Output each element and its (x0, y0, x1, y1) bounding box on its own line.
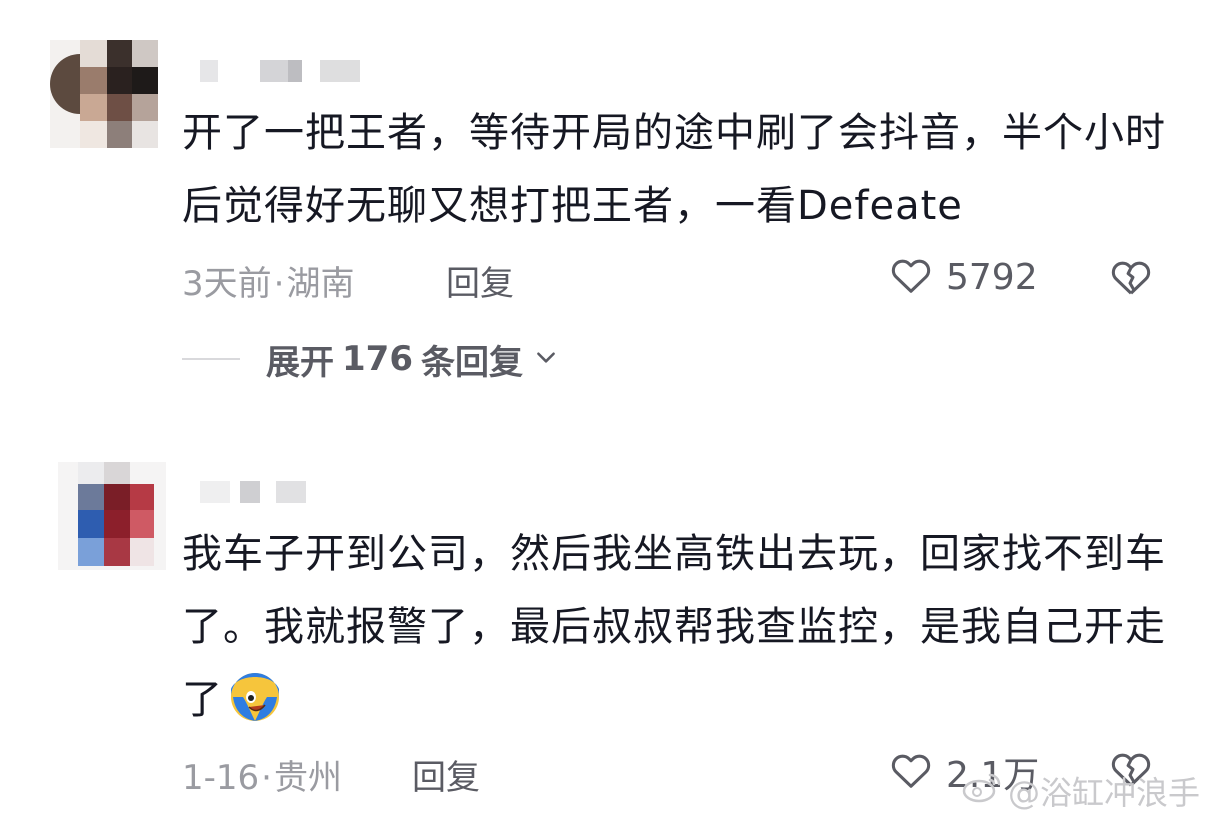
meta-separator: · (261, 758, 272, 798)
watermark: @浴缸冲浪手 (962, 768, 1200, 814)
comment-text: 我车子开到公司，然后我坐高铁出去玩，回家找不到车了。我就报警了，最后叔叔帮我查监… (182, 518, 1172, 737)
heart-icon (888, 747, 934, 797)
laughing-crying-emoji (227, 667, 283, 723)
weibo-icon (962, 771, 1002, 811)
comment-location: 贵州 (273, 758, 342, 798)
reply-button[interactable]: 回复 (412, 750, 480, 799)
comment-meta: 1-16·贵州 (182, 750, 342, 799)
avatar[interactable] (58, 462, 166, 570)
comment-item: 我车子开到公司，然后我坐高铁出去玩，回家找不到车了。我就报警了，最后叔叔帮我查监… (0, 0, 1206, 798)
watermark-text: @浴缸冲浪手 (1008, 774, 1201, 812)
comment-text-body: 我车子开到公司，然后我坐高铁出去玩，回家找不到车了。我就报警了，最后叔叔帮我查监… (182, 531, 1166, 723)
comment-time: 1-16 (182, 758, 260, 798)
username-blurred[interactable] (200, 481, 340, 503)
